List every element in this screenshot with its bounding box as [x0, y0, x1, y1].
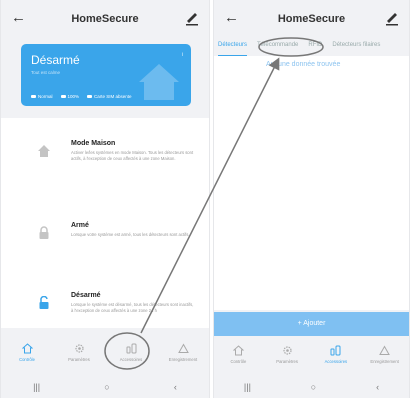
edit-icon[interactable]	[385, 10, 399, 26]
alert-triangle-icon	[177, 343, 189, 353]
sim-icon	[87, 95, 93, 98]
home-button[interactable]: ○	[311, 382, 316, 392]
mode-description: Lorsque le système est désarmé, tous les…	[71, 302, 194, 313]
app-title: HomeSecure	[277, 13, 346, 25]
network-status: Normal	[31, 94, 53, 99]
mode-armed[interactable]: Armé Lorsque votre système est armé, tou…	[1, 208, 209, 266]
accessory-content: Aucune donnée trouvée	[214, 56, 409, 310]
nav-label: Paramètres	[276, 359, 298, 364]
recents-button[interactable]: |||	[33, 382, 40, 392]
accessories-icon	[330, 345, 341, 356]
mode-title: Désarmé	[71, 292, 101, 299]
tab-detectors[interactable]: Détecteurs	[218, 38, 248, 56]
home-button[interactable]: ○	[104, 382, 109, 392]
nav-control[interactable]: Contrôle	[7, 343, 47, 362]
add-button[interactable]: + Ajouter	[214, 312, 409, 336]
nav-label: Contrôle	[19, 357, 35, 362]
app-title: HomeSecure	[71, 13, 139, 25]
mode-home[interactable]: Mode Maison Activer le/les systèmes en m…	[1, 126, 209, 184]
battery-status: 100%	[60, 94, 79, 99]
nav-label: Accessoires	[324, 359, 348, 364]
mode-title: Armé	[71, 222, 89, 229]
tab-remote-control[interactable]: Télécommande	[257, 38, 298, 56]
screenshot: ← HomeSecure Désarmé Tout est calme i No…	[0, 0, 410, 398]
gear-icon	[74, 344, 84, 353]
battery-icon	[60, 95, 66, 98]
info-icon[interactable]: i	[182, 52, 183, 58]
accessories-icon	[126, 343, 136, 354]
status-meta: Normal 100% Carte SIM absente	[31, 94, 183, 99]
nav-label: Paramètres	[68, 357, 90, 362]
edit-icon[interactable]	[185, 10, 199, 26]
right-phone-screen: ← HomeSecure Détecteurs Télécommande RFI…	[213, 0, 410, 398]
mode-description: Lorsque votre système est armé, tous les…	[71, 232, 190, 237]
nav-control[interactable]: Contrôle	[218, 345, 258, 364]
app-header: ← HomeSecure	[1, 0, 209, 40]
system-navigation-bar: ||| ○ ‹	[214, 376, 409, 398]
bottom-navigation: Contrôle Paramètres Accessoires Enregist…	[214, 340, 409, 372]
status-title: Désarmé	[31, 53, 80, 67]
mode-disarmed[interactable]: Désarmé Lorsque le système est désarmé, …	[1, 278, 209, 336]
nav-label: Enregistrement	[370, 359, 399, 364]
nav-accessories[interactable]: Accessoires	[111, 343, 151, 362]
nav-settings[interactable]: Paramètres	[267, 345, 307, 364]
home-icon	[232, 345, 244, 356]
bottom-navigation: Contrôle Paramètres Accessoires Enregist…	[1, 338, 209, 370]
status-card: Désarmé Tout est calme i Normal 100% Car…	[21, 44, 191, 106]
nav-recording[interactable]: Enregistrement	[365, 345, 405, 364]
home-icon	[38, 145, 50, 157]
mode-title: Mode Maison	[71, 140, 116, 147]
accessory-tabs: Détecteurs Télécommande RFID Détecteurs …	[214, 38, 409, 56]
nav-label: Accessoires	[119, 357, 143, 362]
lock-closed-icon	[39, 226, 49, 239]
home-icon	[21, 343, 33, 354]
signal-icon	[31, 95, 36, 98]
tab-wired-detectors[interactable]: Détecteurs filaires	[332, 38, 380, 56]
nav-label: Enregistrement	[168, 357, 198, 362]
mode-list: Mode Maison Activer le/les systèmes en m…	[1, 118, 209, 328]
nav-label: Contrôle	[230, 359, 247, 364]
status-subtitle: Tout est calme	[31, 70, 61, 75]
back-button[interactable]: ‹	[174, 382, 177, 392]
empty-state-text: Aucune donnée trouvée	[266, 61, 341, 68]
back-button[interactable]: ‹	[376, 382, 379, 392]
sim-status: Carte SIM absente	[87, 94, 132, 99]
recents-button[interactable]: |||	[244, 382, 251, 392]
tab-rfid[interactable]: RFID	[308, 38, 322, 56]
nav-accessories[interactable]: Accessoires	[316, 345, 356, 364]
nav-settings[interactable]: Paramètres	[59, 343, 99, 362]
system-navigation-bar: ||| ○ ‹	[1, 376, 209, 398]
mode-description: Activer le/les systèmes en mode Maison. …	[71, 150, 194, 161]
app-header: ← HomeSecure	[214, 0, 409, 40]
nav-recording[interactable]: Enregistrement	[163, 343, 203, 362]
gear-icon	[283, 346, 292, 355]
left-phone-screen: ← HomeSecure Désarmé Tout est calme i No…	[0, 0, 210, 398]
lock-open-icon	[39, 296, 49, 309]
alert-triangle-icon	[379, 345, 390, 355]
